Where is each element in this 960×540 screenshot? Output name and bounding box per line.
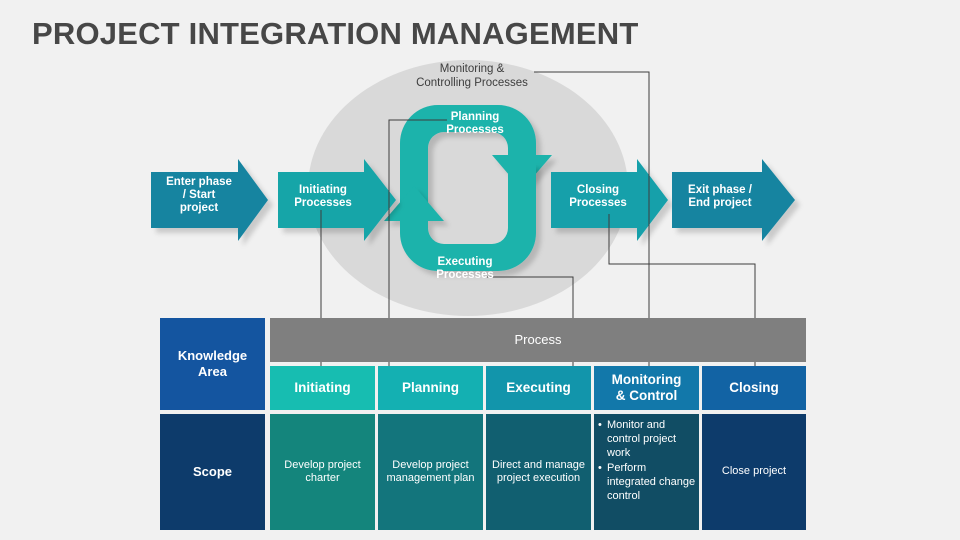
monitoring-controlling-label: Monitoring & Controlling Processes [400, 62, 544, 91]
table-cell-scope-monitoring-list: Monitor and control project work Perform… [597, 419, 697, 506]
table-header-monitoring-control[interactable]: Monitoring & Control [594, 366, 699, 410]
table-cell-scope-executing[interactable]: Direct and manage project execution [486, 414, 591, 530]
knowledge-area-line2: Area [198, 364, 227, 379]
enter-phase-arrow [151, 159, 268, 241]
table-header-initiating[interactable]: Initiating [270, 366, 375, 410]
table-header-monitoring-line1: Monitoring [611, 371, 682, 387]
row-header-knowledge-area: Knowledge Area [160, 318, 265, 410]
table-cell-scope-planning[interactable]: Develop project management plan [378, 414, 483, 530]
process-group-header: Process [270, 318, 806, 362]
exit-phase-arrow [672, 159, 795, 241]
row-header-scope: Scope [160, 414, 265, 530]
table-header-closing[interactable]: Closing [702, 366, 806, 410]
knowledge-area-line1: Knowledge [177, 348, 248, 364]
table-header-monitoring-line2: & Control [615, 388, 678, 403]
table-cell-scope-monitoring-bullet-2: Perform integrated change control [598, 462, 697, 503]
table-cell-scope-planning-text: Develop project management plan [386, 458, 475, 484]
slide-canvas: PROJECT INTEGRATION MANAGEMENT Monitorin… [0, 0, 960, 540]
table-header-planning-label: Planning [402, 379, 459, 395]
table-header-executing-label: Executing [506, 379, 571, 395]
table-cell-scope-closing-text: Close project [721, 465, 787, 478]
table-cell-scope-monitoring-control[interactable]: Monitor and control project work Perform… [594, 414, 699, 530]
table-cell-scope-initiating-text: Develop project charter [284, 458, 361, 484]
table-header-executing[interactable]: Executing [486, 366, 591, 410]
table-cell-scope-monitoring-bullet-1: Monitor and control project work [598, 419, 697, 460]
monitoring-controlling-label-line1: Monitoring & [439, 63, 505, 75]
monitoring-controlling-label-line2: Controlling Processes [416, 77, 528, 90]
table-header-closing-label: Closing [729, 379, 779, 395]
table-cell-scope-executing-text: Direct and manage project execution [492, 458, 585, 484]
table-header-planning[interactable]: Planning [378, 366, 483, 410]
table-cell-scope-initiating[interactable]: Develop project charter [270, 414, 375, 530]
table-header-initiating-label: Initiating [294, 379, 351, 395]
knowledge-area-process-table: Knowledge Area Scope Process Initiating … [160, 318, 806, 534]
table-cell-scope-closing[interactable]: Close project [702, 414, 806, 530]
